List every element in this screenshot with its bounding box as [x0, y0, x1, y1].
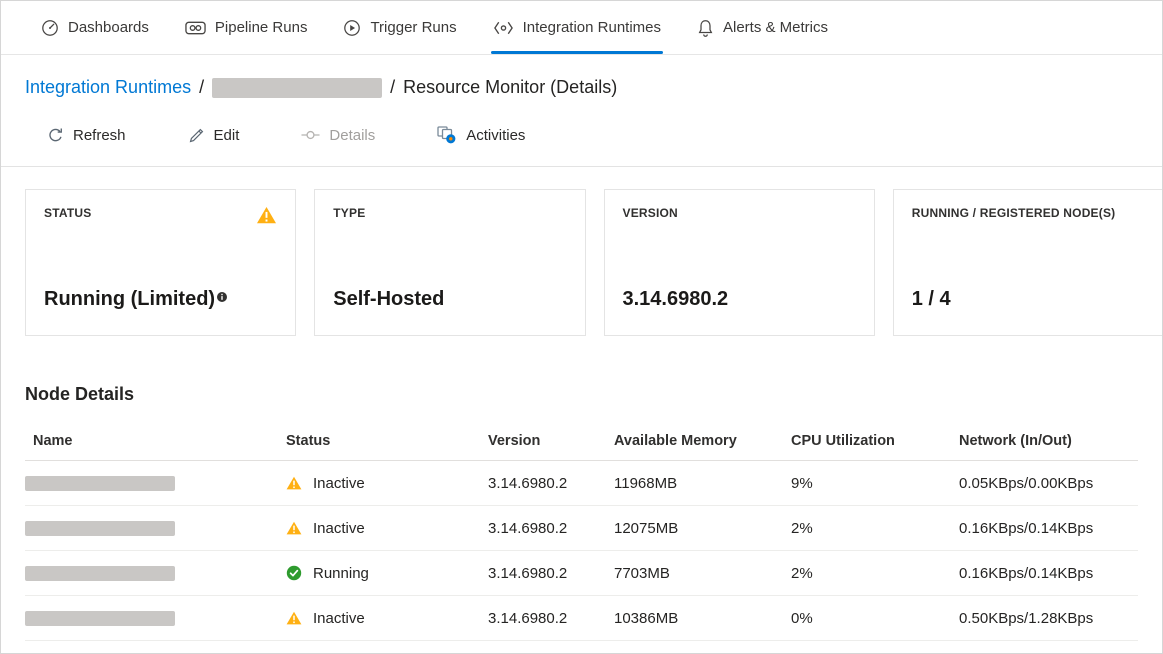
table-row: Inactive 3.14.6980.2 12075MB 2% 0.16KBps… [25, 506, 1138, 551]
refresh-icon [47, 127, 64, 144]
status-card-label: STATUS [44, 206, 91, 220]
tab-label: Integration Runtimes [523, 19, 661, 36]
status-card-value: Running (Limited) [44, 288, 277, 311]
activities-label: Activities [466, 127, 525, 144]
refresh-label: Refresh [73, 127, 126, 144]
tab-label: Dashboards [68, 19, 149, 36]
node-network: 0.16KBps/0.14KBps [959, 520, 1138, 537]
info-icon[interactable] [217, 286, 227, 306]
success-check-icon [286, 565, 302, 581]
tab-dashboards[interactable]: Dashboards [41, 1, 149, 54]
node-version: 3.14.6980.2 [488, 520, 614, 537]
version-card-value: 3.14.6980.2 [623, 288, 856, 311]
activities-button[interactable]: Activities [435, 122, 527, 148]
column-header-version: Version [488, 433, 614, 449]
refresh-button[interactable]: Refresh [45, 123, 128, 148]
node-memory: 11968MB [614, 475, 791, 492]
node-status: Inactive [313, 520, 365, 537]
warning-icon [286, 476, 302, 490]
bell-icon [697, 19, 714, 37]
node-status: Inactive [313, 475, 365, 492]
node-version: 3.14.6980.2 [488, 475, 614, 492]
node-network: 0.16KBps/0.14KBps [959, 565, 1138, 582]
integration-runtime-icon [493, 20, 514, 36]
column-header-cpu: CPU Utilization [791, 433, 959, 449]
redacted-node-name [25, 611, 175, 626]
redacted-node-name [25, 521, 175, 536]
node-status: Running [313, 565, 369, 582]
warning-icon [256, 206, 277, 224]
breadcrumb-separator: / [199, 77, 204, 98]
status-card: STATUS Running (Limited) [25, 189, 296, 336]
summary-cards: STATUS Running (Limited) TYPE Self-Hoste… [25, 189, 1163, 336]
table-row: Running 3.14.6980.2 7703MB 2% 0.16KBps/0… [25, 551, 1138, 596]
type-card-label: TYPE [333, 206, 365, 220]
node-cpu: 9% [791, 475, 959, 492]
play-circle-icon [343, 19, 361, 37]
table-row: Inactive 3.14.6980.2 10386MB 0% 0.50KBps… [25, 596, 1138, 641]
node-details-title: Node Details [25, 384, 1138, 405]
breadcrumb-current: Resource Monitor (Details) [403, 77, 617, 98]
column-header-network: Network (In/Out) [959, 433, 1138, 449]
type-card: TYPE Self-Hosted [314, 189, 585, 336]
type-card-value: Self-Hosted [333, 288, 566, 311]
column-header-status: Status [286, 433, 488, 449]
node-memory: 7703MB [614, 565, 791, 582]
column-header-name: Name [25, 433, 286, 449]
redacted-runtime-name [212, 78, 382, 98]
breadcrumb-separator: / [390, 77, 395, 98]
activities-icon [437, 126, 457, 144]
node-status: Inactive [313, 610, 365, 627]
tab-label: Trigger Runs [370, 19, 456, 36]
tab-integration-runtimes[interactable]: Integration Runtimes [493, 1, 661, 54]
nodes-card-value: 1 / 4 [912, 288, 1145, 311]
version-card-label: VERSION [623, 206, 678, 220]
tab-alerts-metrics[interactable]: Alerts & Metrics [697, 1, 828, 54]
edit-button[interactable]: Edit [186, 123, 242, 148]
node-cpu: 2% [791, 565, 959, 582]
tab-label: Pipeline Runs [215, 19, 308, 36]
monitor-page: Dashboards Pipeline Runs Trigger Runs [0, 0, 1163, 654]
toolbar: Refresh Edit Details [45, 122, 1138, 148]
dashboard-gauge-icon [41, 19, 59, 37]
breadcrumb-root-link[interactable]: Integration Runtimes [25, 77, 191, 98]
redacted-node-name [25, 476, 175, 491]
tab-bar: Dashboards Pipeline Runs Trigger Runs [1, 1, 1162, 55]
node-network: 0.50KBps/1.28KBps [959, 610, 1138, 627]
pencil-icon [188, 127, 205, 144]
node-version: 3.14.6980.2 [488, 565, 614, 582]
tab-pipeline-runs[interactable]: Pipeline Runs [185, 1, 308, 54]
toolbar-divider [1, 166, 1162, 167]
warning-icon [286, 611, 302, 625]
details-icon [301, 129, 320, 141]
details-button[interactable]: Details [299, 123, 377, 148]
redacted-node-name [25, 566, 175, 581]
node-cpu: 2% [791, 520, 959, 537]
nodes-card-label: RUNNING / REGISTERED NODE(S) [912, 206, 1116, 220]
node-memory: 10386MB [614, 610, 791, 627]
edit-label: Edit [214, 127, 240, 144]
node-network: 0.05KBps/0.00KBps [959, 475, 1138, 492]
warning-icon [286, 521, 302, 535]
table-row: Inactive 3.14.6980.2 11968MB 9% 0.05KBps… [25, 461, 1138, 506]
column-header-memory: Available Memory [614, 433, 791, 449]
tab-trigger-runs[interactable]: Trigger Runs [343, 1, 456, 54]
table-header-row: Name Status Version Available Memory CPU… [25, 421, 1138, 461]
node-version: 3.14.6980.2 [488, 610, 614, 627]
node-details-table: Name Status Version Available Memory CPU… [25, 421, 1138, 641]
details-label: Details [329, 127, 375, 144]
version-card: VERSION 3.14.6980.2 [604, 189, 875, 336]
nodes-card: RUNNING / REGISTERED NODE(S) 1 / 4 [893, 189, 1163, 336]
node-cpu: 0% [791, 610, 959, 627]
node-memory: 12075MB [614, 520, 791, 537]
tab-label: Alerts & Metrics [723, 19, 828, 36]
breadcrumb: Integration Runtimes / / Resource Monito… [25, 77, 1138, 98]
pipeline-icon [185, 21, 206, 35]
